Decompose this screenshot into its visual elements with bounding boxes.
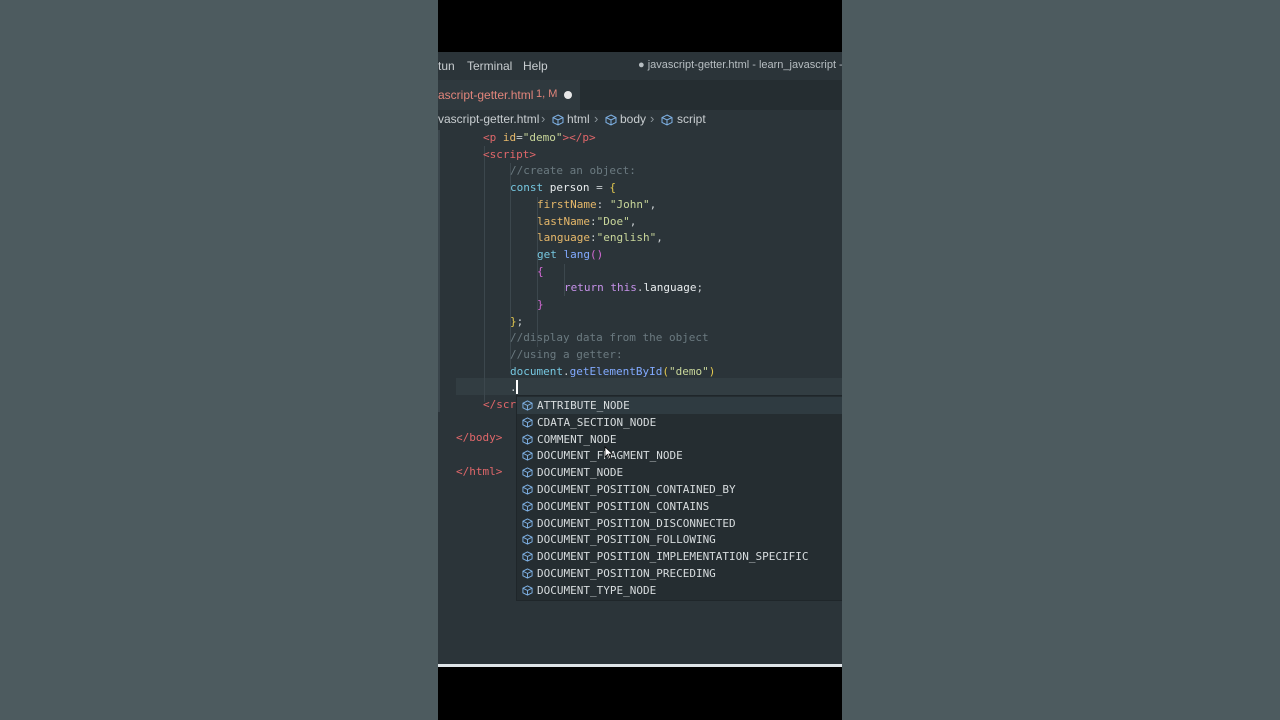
code-line-return: return this.language; [564, 281, 704, 294]
cube-icon [522, 585, 533, 596]
code-comment: //using a getter: [510, 348, 623, 361]
text-cursor [516, 380, 518, 394]
cube-icon [522, 501, 533, 512]
suggestion-label: DOCUMENT_POSITION_CONTAINS [537, 499, 710, 513]
window-title: ● javascript-getter.html - learn_javascr… [638, 59, 842, 71]
chevron-right-icon: › [541, 111, 546, 126]
menu-bar: tun Terminal Help ● javascript-getter.ht… [438, 52, 842, 80]
suggestion-label: DOCUMENT_POSITION_IMPLEMENTATION_SPECIFI… [537, 550, 809, 564]
cube-icon [522, 568, 533, 579]
code-editor-window: tun Terminal Help ● javascript-getter.ht… [438, 52, 842, 664]
unsaved-dot-icon[interactable] [564, 91, 572, 99]
code-line-firstname: firstName: "John", [537, 198, 657, 211]
code-comment: //display data from the object [510, 331, 709, 344]
cube-icon [522, 467, 533, 478]
suggestion-item[interactable]: DOCUMENT_FRAGMENT_NODE [517, 447, 842, 464]
editor-tab-active[interactable]: ascript-getter.html 1, M [438, 80, 580, 111]
code-line-getelement: document.getElementById("demo") [510, 365, 716, 378]
editor-bottom-border [438, 664, 842, 667]
code-line-brace-close: } [537, 298, 544, 311]
suggestion-item[interactable]: CDATA_SECTION_NODE [517, 414, 842, 431]
breadcrumb-item-script[interactable]: script [677, 112, 706, 126]
suggestion-label: DOCUMENT_NODE [537, 466, 624, 480]
suggestion-item[interactable]: DOCUMENT_POSITION_CONTAINS [517, 498, 842, 515]
code-line-const: const person = { [510, 181, 616, 194]
video-frame: tun Terminal Help ● javascript-getter.ht… [438, 0, 842, 720]
tab-filename: ascript-getter.html [438, 88, 534, 102]
suggestion-item[interactable]: DOCUMENT_NODE [517, 464, 842, 481]
code-line-getter: get lang() [537, 248, 604, 261]
suggestion-item[interactable]: ATTRIBUTE_NODE [517, 397, 842, 414]
suggestion-label: DOCUMENT_POSITION_FOLLOWING [537, 533, 716, 547]
code-line-lastname: lastName:"Doe", [537, 215, 637, 228]
code-comment: //create an object: [510, 164, 636, 177]
suggestion-label: ATTRIBUTE_NODE [537, 399, 630, 412]
mouse-pointer-icon [604, 446, 614, 460]
menu-run[interactable]: tun [438, 59, 455, 73]
cube-icon [661, 114, 673, 126]
cube-icon [522, 551, 533, 562]
suggestion-item[interactable]: DOCUMENT_POSITION_CONTAINED_BY [517, 481, 842, 498]
code-line-brace-open: { [537, 265, 544, 278]
cube-icon [522, 433, 533, 445]
suggestion-label: COMMENT_NODE [537, 432, 617, 446]
code-line-language: language:"english", [537, 231, 663, 244]
breadcrumb-file[interactable]: vascript-getter.html [438, 112, 539, 126]
suggestion-item[interactable]: DOCUMENT_POSITION_FOLLOWING [517, 531, 842, 548]
suggestion-label: DOCUMENT_TYPE_NODE [537, 583, 657, 597]
suggestion-item[interactable]: DOCUMENT_POSITION_PRECEDING [517, 565, 842, 582]
tab-bar: ascript-getter.html 1, M [438, 80, 842, 111]
menu-terminal[interactable]: Terminal [467, 59, 512, 73]
suggestion-item[interactable]: DOCUMENT_POSITION_DISCONNECTED [517, 515, 842, 532]
suggestion-label: CDATA_SECTION_NODE [537, 415, 657, 429]
menu-help[interactable]: Help [523, 59, 548, 73]
code-line-object-close: }; [510, 315, 524, 328]
cube-icon [522, 400, 533, 411]
breadcrumb-item-html[interactable]: html [567, 112, 590, 126]
cube-icon [522, 484, 533, 495]
code-line-p: <p id="demo"></p> [483, 131, 596, 144]
cube-icon [522, 417, 533, 428]
suggestion-label: DOCUMENT_POSITION_CONTAINED_BY [537, 483, 736, 496]
problem-badge: 1, M [536, 88, 558, 100]
autocomplete-dropdown[interactable]: ATTRIBUTE_NODE CDATA_SECTION_NODE COMMENT_… [516, 395, 842, 601]
cube-icon [522, 450, 533, 461]
breadcrumb: vascript-getter.html › html › body › scr… [438, 110, 842, 130]
suggestion-item[interactable]: DOCUMENT_TYPE_NODE [517, 582, 842, 599]
cube-icon [552, 114, 564, 126]
suggestion-label: DOCUMENT_POSITION_DISCONNECTED [537, 516, 736, 530]
code-line-body-close: </body> [456, 431, 503, 444]
chevron-right-icon: › [594, 111, 599, 126]
cube-icon [522, 534, 533, 545]
suggestion-item[interactable]: COMMENT_NODE [517, 431, 842, 448]
code-line-html-close: </html> [456, 465, 503, 478]
cube-icon [522, 517, 533, 529]
suggestion-label: DOCUMENT_POSITION_PRECEDING [537, 567, 716, 580]
code-line-script-open: <script> [483, 148, 536, 161]
chevron-right-icon: › [650, 111, 655, 126]
suggestion-item[interactable]: DOCUMENT_POSITION_IMPLEMENTATION_SPECIFI… [517, 548, 842, 565]
cube-icon [605, 114, 617, 126]
code-line-script-close: </scr [483, 398, 517, 411]
breadcrumb-item-body[interactable]: body [620, 112, 646, 126]
indent-guide [484, 146, 485, 402]
